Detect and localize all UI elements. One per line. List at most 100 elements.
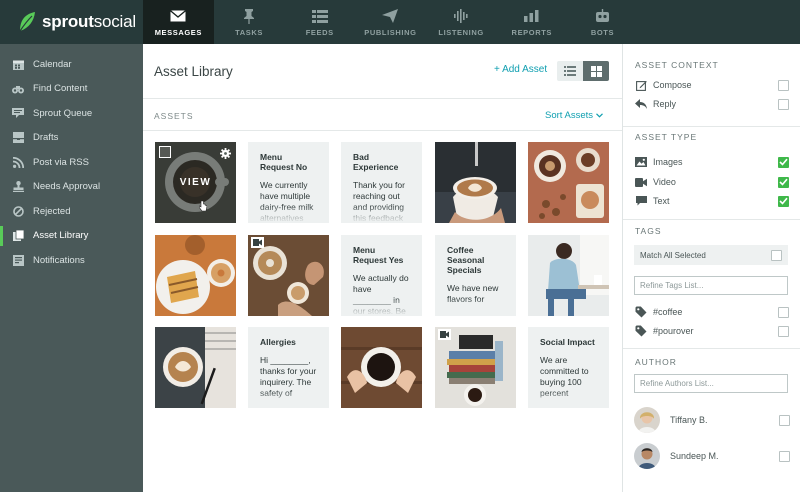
refine-tags-input[interactable]: Refine Tags List... [634, 276, 788, 295]
filter-checkbox[interactable] [778, 176, 789, 188]
image-asset-tile[interactable] [155, 327, 236, 408]
video-icon [635, 176, 647, 188]
text-asset-tile[interactable]: Menu Request YesWe actually do have ____… [341, 235, 422, 316]
match-all-checkbox[interactable] [771, 249, 782, 261]
filter-checkbox[interactable] [778, 306, 789, 318]
video-badge-icon [438, 329, 451, 340]
asset-title: Coffee Seasonal Specials [447, 245, 485, 275]
nav-label: PUBLISHING [364, 28, 417, 37]
asset-title: Menu Request Yes [353, 245, 404, 265]
sidebar-item-find-content[interactable]: Find Content [0, 77, 143, 102]
image-icon [635, 156, 647, 168]
asset-photo [341, 327, 422, 408]
text-fade [248, 390, 329, 408]
filter-checkbox[interactable] [778, 325, 789, 337]
list-view-button[interactable] [557, 61, 583, 81]
asset-title: Social Impact [540, 337, 595, 347]
sort-assets-dropdown[interactable]: Sort Assets [545, 110, 603, 121]
image-asset-tile[interactable] [155, 235, 236, 316]
author-row[interactable]: Tiffany B. [634, 406, 790, 434]
asset-context-title: ASSET CONTEXT [635, 60, 719, 70]
sprout-social-logo[interactable]: sproutsocial [0, 0, 143, 44]
refine-authors-input[interactable]: Refine Authors List... [634, 374, 788, 393]
drafts-icon [12, 132, 24, 144]
match-all-selected-toggle[interactable]: Match All Selected [634, 245, 788, 265]
image-asset-tile[interactable] [528, 142, 609, 223]
filter-checkbox[interactable] [778, 79, 789, 91]
image-asset-tile[interactable] [341, 327, 422, 408]
pin-icon [243, 7, 255, 25]
nav-reports[interactable]: REPORTS [496, 0, 567, 44]
nav-listening[interactable]: LISTENING [426, 0, 497, 44]
filter-compose[interactable]: Compose [635, 78, 789, 92]
nav-label: REPORTS [511, 28, 553, 37]
nav-bots[interactable]: BOTS [567, 0, 638, 44]
filter-tag-pourover[interactable]: #pourover [635, 324, 789, 338]
nav-label: MESSAGES [154, 28, 202, 37]
text-asset-tile[interactable]: Menu Request No We currently have multipl… [248, 142, 329, 223]
filter-label: #coffee [653, 307, 683, 317]
asset-hover-overlay: VIEW [155, 142, 236, 223]
gear-icon[interactable] [220, 146, 231, 164]
filter-checkbox[interactable] [778, 98, 789, 110]
image-asset-tile[interactable] [528, 235, 609, 316]
sidebar-item-label: Needs Approval [33, 181, 101, 193]
main-nav: MESSAGES TASKS FEEDS PUBLISHING LISTENING REP… [143, 0, 638, 44]
sidebar-list: Calendar Find Content Sprout Queue Drafts Po… [0, 44, 143, 273]
image-asset-tile[interactable] [435, 142, 516, 223]
filter-checkbox[interactable] [778, 195, 789, 207]
sidebar-item-calendar[interactable]: Calendar [0, 52, 143, 77]
select-asset-checkbox[interactable] [159, 146, 171, 158]
text-asset-tile[interactable]: Social Impact We are committed to buying … [528, 327, 609, 408]
filter-label: Compose [653, 80, 692, 90]
sidebar-item-label: Notifications [33, 254, 85, 266]
sidebar-item-rejected[interactable]: Rejected [0, 199, 143, 224]
sidebar-item-post-via-rss[interactable]: Post via RSS [0, 150, 143, 175]
tag-icon [635, 306, 647, 318]
sidebar-item-notifications[interactable]: Notifications [0, 248, 143, 273]
feeds-icon [311, 7, 328, 25]
author-checkbox[interactable] [779, 450, 790, 462]
image-asset-tile[interactable]: VIEW [155, 142, 236, 223]
filter-tag-coffee[interactable]: #coffee [635, 305, 789, 319]
filter-label: #pourover [653, 326, 694, 336]
text-asset-tile[interactable]: Coffee Seasonal SpecialsWe have new flav… [435, 235, 516, 316]
waveform-icon [454, 7, 468, 25]
sidebar-item-sprout-queue[interactable]: Sprout Queue [0, 101, 143, 126]
grid-view-icon [590, 65, 602, 77]
text-asset-tile[interactable]: Bad Experience Thank you for reaching out… [341, 142, 422, 223]
author-checkbox[interactable] [779, 414, 790, 426]
text-fade [341, 205, 422, 223]
sidebar-item-label: Asset Library [33, 230, 89, 242]
divider [143, 130, 622, 131]
sidebar-item-asset-library[interactable]: Asset Library [0, 224, 143, 249]
author-name: Tiffany B. [670, 415, 708, 425]
asset-library-main: Asset Library + Add Asset ASSETS Sort As… [143, 44, 622, 492]
sidebar-item-needs-approval[interactable]: Needs Approval [0, 175, 143, 200]
view-asset-button[interactable]: VIEW [155, 177, 236, 188]
filter-video[interactable]: Video [635, 175, 789, 189]
sidebar-item-label: Find Content [33, 83, 88, 95]
sidebar: Calendar Find Content Sprout Queue Drafts Po… [0, 44, 143, 492]
bar-chart-icon [524, 7, 539, 25]
author-row[interactable]: Sundeep M. [634, 442, 790, 470]
top-navigation-bar: sproutsocial MESSAGES TASKS FEEDS PUBLISHIN… [0, 0, 800, 44]
nav-publishing[interactable]: PUBLISHING [355, 0, 426, 44]
add-asset-button[interactable]: + Add Asset [494, 64, 547, 75]
filter-reply[interactable]: Reply [635, 97, 789, 111]
grid-view-button[interactable] [583, 61, 609, 81]
nav-messages[interactable]: MESSAGES [143, 0, 214, 44]
nav-feeds[interactable]: FEEDS [284, 0, 355, 44]
match-all-label: Match All Selected [640, 250, 706, 260]
video-asset-tile[interactable] [435, 327, 516, 408]
filter-label: Images [653, 157, 683, 167]
text-asset-tile[interactable]: Allergies Hi ________, thanks for your in… [248, 327, 329, 408]
nav-tasks[interactable]: TASKS [214, 0, 285, 44]
video-asset-tile[interactable] [248, 235, 329, 316]
filter-images[interactable]: Images [635, 155, 789, 169]
stamp-icon [12, 181, 24, 193]
sort-assets-label: Sort Assets [545, 110, 594, 121]
sidebar-item-drafts[interactable]: Drafts [0, 126, 143, 151]
filter-text[interactable]: Text [635, 194, 789, 208]
filter-checkbox[interactable] [778, 156, 789, 168]
